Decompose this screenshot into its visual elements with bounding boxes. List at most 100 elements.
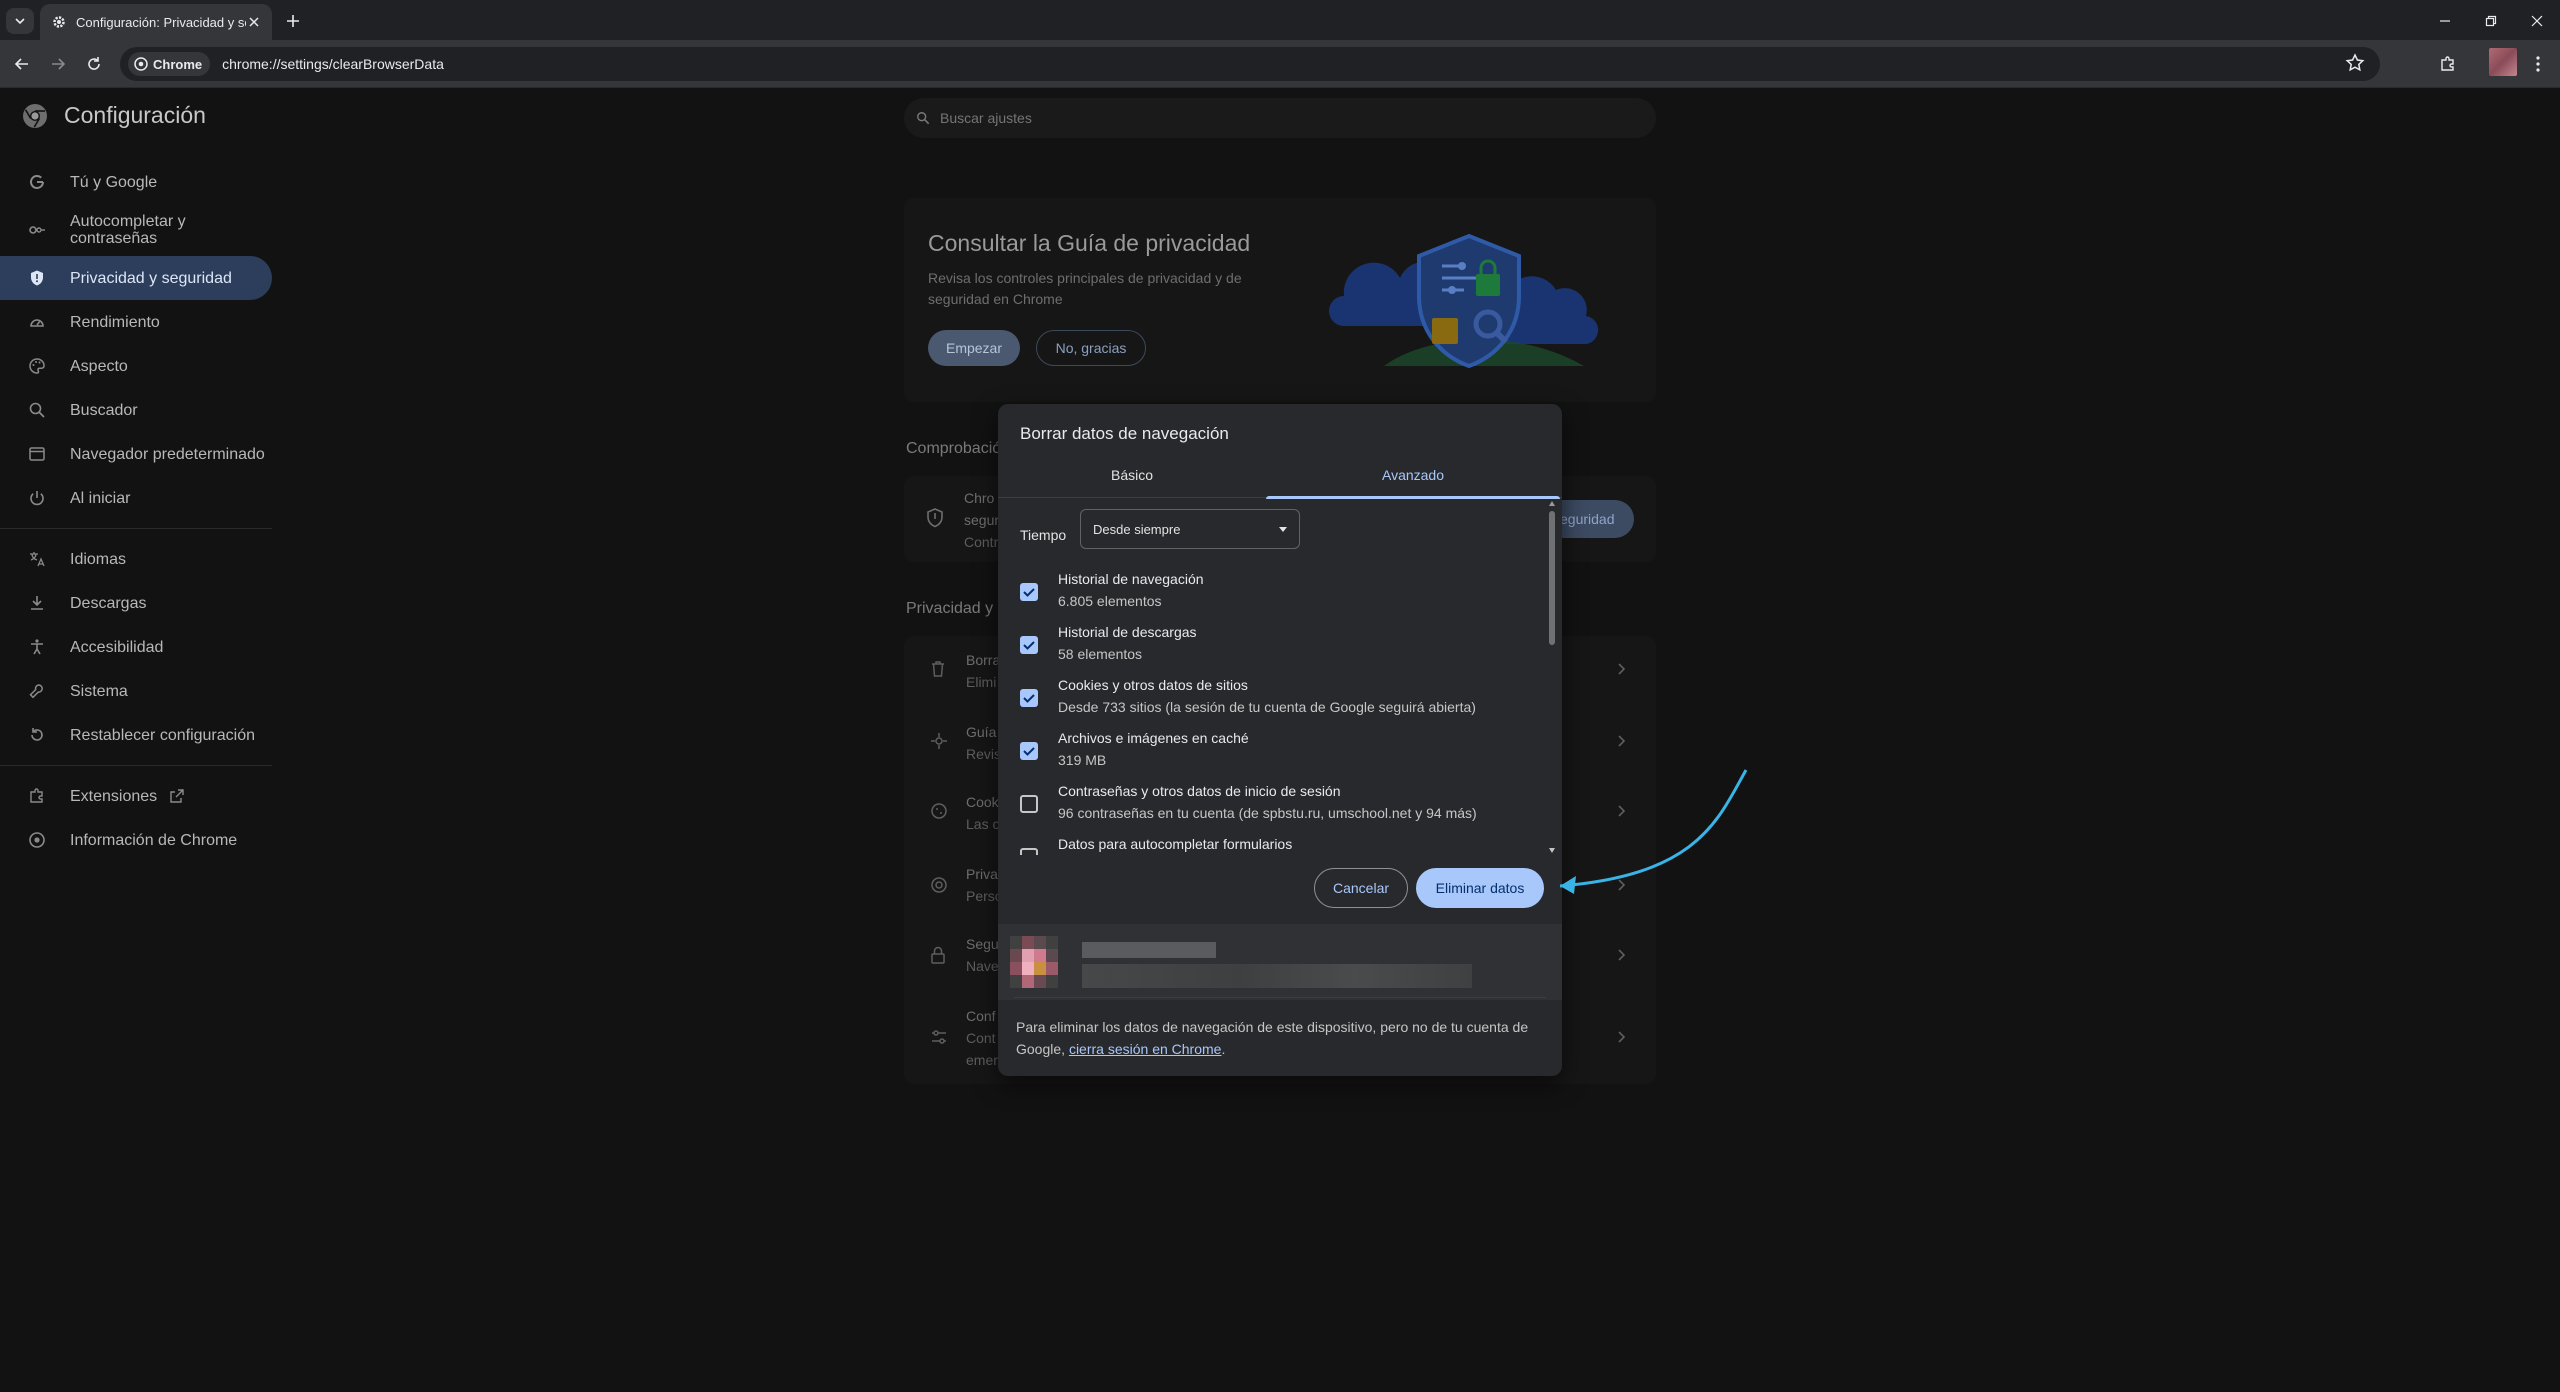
- dialog-tabs: Básico Avanzado: [998, 452, 1562, 499]
- annotation-arrow: [1559, 769, 1748, 894]
- address-bar[interactable]: Chrome chrome://settings/clearBrowserDat…: [120, 47, 2380, 81]
- scroll-up-arrow-icon[interactable]: [1549, 501, 1555, 506]
- checkbox-download-history[interactable]: [1020, 636, 1038, 654]
- dialog-divider: [1014, 997, 1546, 998]
- clear-browsing-data-dialog: Borrar datos de navegación Básico Avanza…: [998, 404, 1562, 1076]
- arrow-right-icon: [52, 58, 66, 70]
- sidebar-item-performance[interactable]: Rendimiento: [0, 300, 272, 344]
- plus-icon: [287, 15, 299, 27]
- sidebar-item-downloads[interactable]: Descargas: [0, 581, 272, 625]
- bg-text: Conf: [966, 1008, 996, 1024]
- ads-privacy-icon: [931, 877, 947, 893]
- sidebar-item-startup[interactable]: Al iniciar: [0, 476, 272, 520]
- download-icon: [31, 596, 43, 610]
- menu-button[interactable]: [2526, 52, 2550, 76]
- cancel-button[interactable]: Cancelar: [1314, 868, 1408, 908]
- tab-search-button[interactable]: [6, 8, 34, 34]
- chrome-logo-icon: [23, 103, 47, 128]
- chevron-down-icon: [15, 18, 25, 25]
- toolbar: Chrome chrome://settings/clearBrowserDat…: [0, 40, 2560, 88]
- options-scroll-area[interactable]: Tiempo Desde siempre Historial de navega…: [998, 499, 1562, 855]
- sidebar-item-you-google[interactable]: Tú y Google: [0, 160, 272, 204]
- minimize-icon: [2440, 20, 2450, 22]
- sidebar-divider: [0, 528, 272, 529]
- option-label: Historial de descargas: [1058, 624, 1197, 640]
- sidebar-item-search[interactable]: Buscador: [0, 388, 272, 432]
- start-guide-button[interactable]: Empezar: [928, 330, 1020, 366]
- forward-button[interactable]: [46, 52, 70, 76]
- checkbox-passwords[interactable]: [1020, 795, 1038, 813]
- dismiss-guide-button[interactable]: No, gracias: [1036, 330, 1146, 366]
- browser-tab[interactable]: Configuración: Privacidad y seg: [40, 4, 272, 40]
- chevron-right-icon: [1618, 735, 1626, 747]
- privacy-guide-title: Consultar la Guía de privacidad: [928, 230, 1251, 256]
- account-row: [998, 924, 1562, 1000]
- sidebar-item-privacy[interactable]: Privacidad y seguridad: [0, 256, 272, 300]
- restore-button[interactable]: [2478, 8, 2504, 34]
- checkbox-autofill[interactable]: [1020, 848, 1038, 855]
- profile-avatar[interactable]: [2489, 48, 2517, 76]
- site-info-chip[interactable]: Chrome: [128, 52, 211, 76]
- search-icon: [29, 402, 45, 418]
- puzzle-icon: [30, 788, 43, 803]
- settings-header: Configuración: [22, 102, 206, 129]
- delete-data-button[interactable]: Eliminar datos: [1416, 868, 1544, 908]
- option-label: Datos para autocompletar formularios: [1058, 836, 1293, 852]
- palette-icon: [29, 358, 45, 374]
- time-range-select[interactable]: Desde siempre: [1080, 509, 1300, 549]
- privacy-guide-illustration: [1329, 233, 1599, 369]
- checkbox-cookies[interactable]: [1020, 689, 1038, 707]
- sidebar-item-languages[interactable]: Idiomas: [0, 537, 272, 581]
- account-avatar: [1010, 936, 1058, 988]
- dialog-title: Borrar datos de navegación: [1020, 424, 1229, 443]
- key-icon: [29, 226, 45, 234]
- sign-out-link[interactable]: cierra sesión en Chrome: [1069, 1041, 1222, 1057]
- option-passwords[interactable]: Contraseñas y otros datos de inicio de s…: [1020, 783, 1540, 835]
- new-tab-button[interactable]: [280, 8, 306, 34]
- settings-search-box[interactable]: [904, 98, 1656, 138]
- minimize-button[interactable]: [2432, 8, 2458, 34]
- bg-text: segur: [964, 512, 1000, 528]
- tab-advanced[interactable]: Avanzado: [1266, 452, 1560, 499]
- restore-icon: [2485, 15, 2497, 27]
- sidebar-divider: [0, 765, 272, 766]
- checkbox-cache[interactable]: [1020, 742, 1038, 760]
- extensions-button[interactable]: [2436, 52, 2460, 76]
- reload-button[interactable]: [82, 52, 106, 76]
- option-autofill[interactable]: Datos para autocompletar formularios: [1020, 836, 1540, 855]
- sidebar-item-extensions[interactable]: Extensiones: [0, 774, 272, 818]
- option-browsing-history[interactable]: Historial de navegación 6.805 elementos: [1020, 571, 1540, 623]
- close-window-button[interactable]: [2524, 8, 2550, 34]
- account-email-redacted: [1082, 964, 1472, 988]
- option-label: Contraseñas y otros datos de inicio de s…: [1058, 783, 1341, 799]
- option-download-history[interactable]: Historial de descargas 58 elementos: [1020, 624, 1540, 676]
- bg-text: Revis: [966, 746, 1002, 762]
- tab-strip: Configuración: Privacidad y seg: [0, 0, 2560, 40]
- bg-text: Elimi: [966, 674, 997, 690]
- option-sublabel: 96 contraseñas en tu cuenta (de spbstu.r…: [1058, 805, 1477, 821]
- dialog-footer: Para eliminar los datos de navegación de…: [1016, 1016, 1546, 1060]
- sidebar-item-accessibility[interactable]: Accesibilidad: [0, 625, 272, 669]
- option-cache[interactable]: Archivos e imágenes en caché 319 MB: [1020, 730, 1540, 782]
- sidebar-item-about-chrome[interactable]: Información de Chrome: [0, 818, 272, 862]
- sidebar-item-default-browser[interactable]: Navegador predeterminado: [0, 432, 272, 476]
- back-button[interactable]: [10, 52, 34, 76]
- bg-text: emer: [966, 1052, 998, 1068]
- external-link-icon: [170, 789, 184, 803]
- sidebar-item-reset[interactable]: Restablecer configuración: [0, 713, 272, 757]
- sidebar-item-autofill[interactable]: Autocompletar y contraseñas: [0, 204, 272, 256]
- option-label: Historial de navegación: [1058, 571, 1204, 587]
- scrollbar-thumb[interactable]: [1549, 511, 1555, 645]
- close-icon[interactable]: [248, 16, 260, 28]
- tab-basic[interactable]: Básico: [998, 452, 1266, 498]
- checkbox-browsing-history[interactable]: [1020, 583, 1038, 601]
- sidebar-item-appearance[interactable]: Aspecto: [0, 344, 272, 388]
- google-icon: [30, 175, 44, 189]
- search-input[interactable]: [940, 110, 1620, 126]
- sidebar-item-system[interactable]: Sistema: [0, 669, 272, 713]
- bookmark-button[interactable]: [2344, 52, 2366, 74]
- checkmark-icon: [1023, 747, 1035, 756]
- option-cookies[interactable]: Cookies y otros datos de sitios Desde 73…: [1020, 677, 1540, 729]
- checkmark-icon: [1023, 694, 1035, 703]
- url-text: chrome://settings/clearBrowserData: [222, 56, 444, 72]
